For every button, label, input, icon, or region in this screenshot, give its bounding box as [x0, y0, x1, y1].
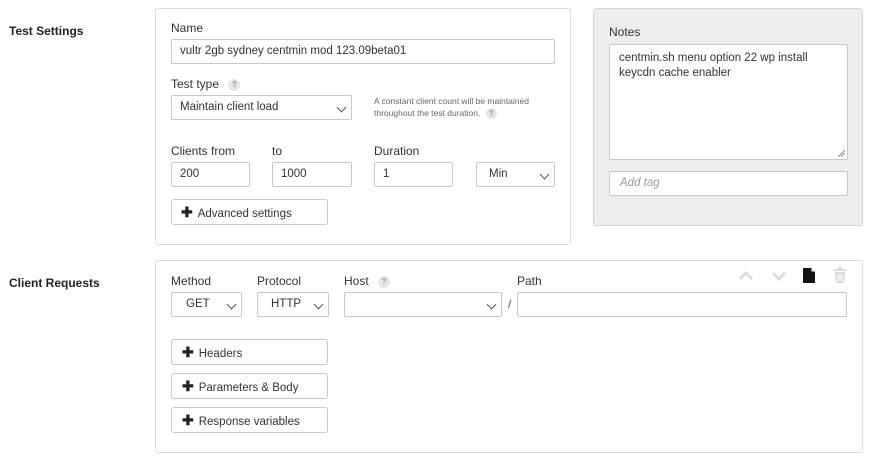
- chevron-down-icon: [539, 169, 550, 180]
- advanced-settings-button[interactable]: ✚ Advanced settings: [171, 199, 328, 225]
- protocol-label: Protocol: [257, 274, 302, 288]
- test-type-hint: A constant client count will be maintain…: [374, 96, 529, 120]
- notes-panel: Notes centmin.sh menu option 22 wp insta…: [593, 8, 863, 226]
- plus-icon: ✚: [182, 344, 194, 360]
- help-icon[interactable]: ?: [378, 275, 391, 288]
- chevron-down-icon: [313, 299, 324, 310]
- plus-icon: ✚: [181, 204, 193, 220]
- path-separator: /: [508, 297, 512, 311]
- clients-from-input[interactable]: 200: [171, 162, 250, 187]
- chevron-down-icon: [226, 299, 237, 310]
- help-icon[interactable]: ?: [228, 78, 241, 91]
- plus-icon: ✚: [182, 378, 194, 394]
- section-label-test-settings: Test Settings: [9, 24, 84, 38]
- client-requests-panel: Method GET Protocol HTTP Host ? / Path ✚…: [155, 260, 863, 453]
- name-input[interactable]: vultr 2gb sydney centmin mod 123.09beta0…: [171, 39, 555, 64]
- test-type-label: Test type ?: [171, 77, 241, 91]
- headers-button[interactable]: ✚ Headers: [171, 339, 328, 365]
- test-type-select[interactable]: Maintain client load: [171, 95, 352, 120]
- path-label: Path: [517, 274, 542, 288]
- duration-unit-select[interactable]: Min: [476, 162, 555, 187]
- section-label-client-requests: Client Requests: [9, 276, 100, 290]
- host-select[interactable]: [344, 292, 502, 317]
- path-input[interactable]: [517, 292, 847, 317]
- move-up-icon[interactable]: [738, 270, 754, 282]
- name-label: Name: [171, 21, 204, 35]
- chevron-down-icon: [486, 299, 497, 310]
- response-variables-button[interactable]: ✚ Response variables: [171, 407, 328, 433]
- help-icon[interactable]: ?: [485, 108, 497, 120]
- trash-icon[interactable]: [833, 267, 847, 284]
- plus-icon: ✚: [182, 412, 194, 428]
- copy-file-icon[interactable]: [802, 267, 816, 284]
- notes-label: Notes: [609, 25, 641, 39]
- parameters-body-button[interactable]: ✚ Parameters & Body: [171, 373, 328, 399]
- method-select[interactable]: GET: [171, 292, 242, 317]
- resize-handle-icon[interactable]: [837, 149, 845, 157]
- clients-from-label: Clients from: [171, 144, 236, 158]
- clients-to-input[interactable]: 1000: [272, 162, 352, 187]
- to-label: to: [272, 144, 283, 158]
- move-down-icon[interactable]: [771, 270, 787, 282]
- duration-input[interactable]: 1: [374, 162, 453, 187]
- duration-label: Duration: [374, 144, 420, 158]
- host-label: Host ?: [344, 274, 391, 288]
- method-label: Method: [171, 274, 212, 288]
- chevron-down-icon: [336, 102, 347, 113]
- notes-textarea[interactable]: centmin.sh menu option 22 wp install key…: [609, 44, 848, 160]
- protocol-select[interactable]: HTTP: [257, 292, 329, 317]
- add-tag-input[interactable]: Add tag: [609, 171, 848, 196]
- test-settings-panel: Name vultr 2gb sydney centmin mod 123.09…: [155, 8, 571, 245]
